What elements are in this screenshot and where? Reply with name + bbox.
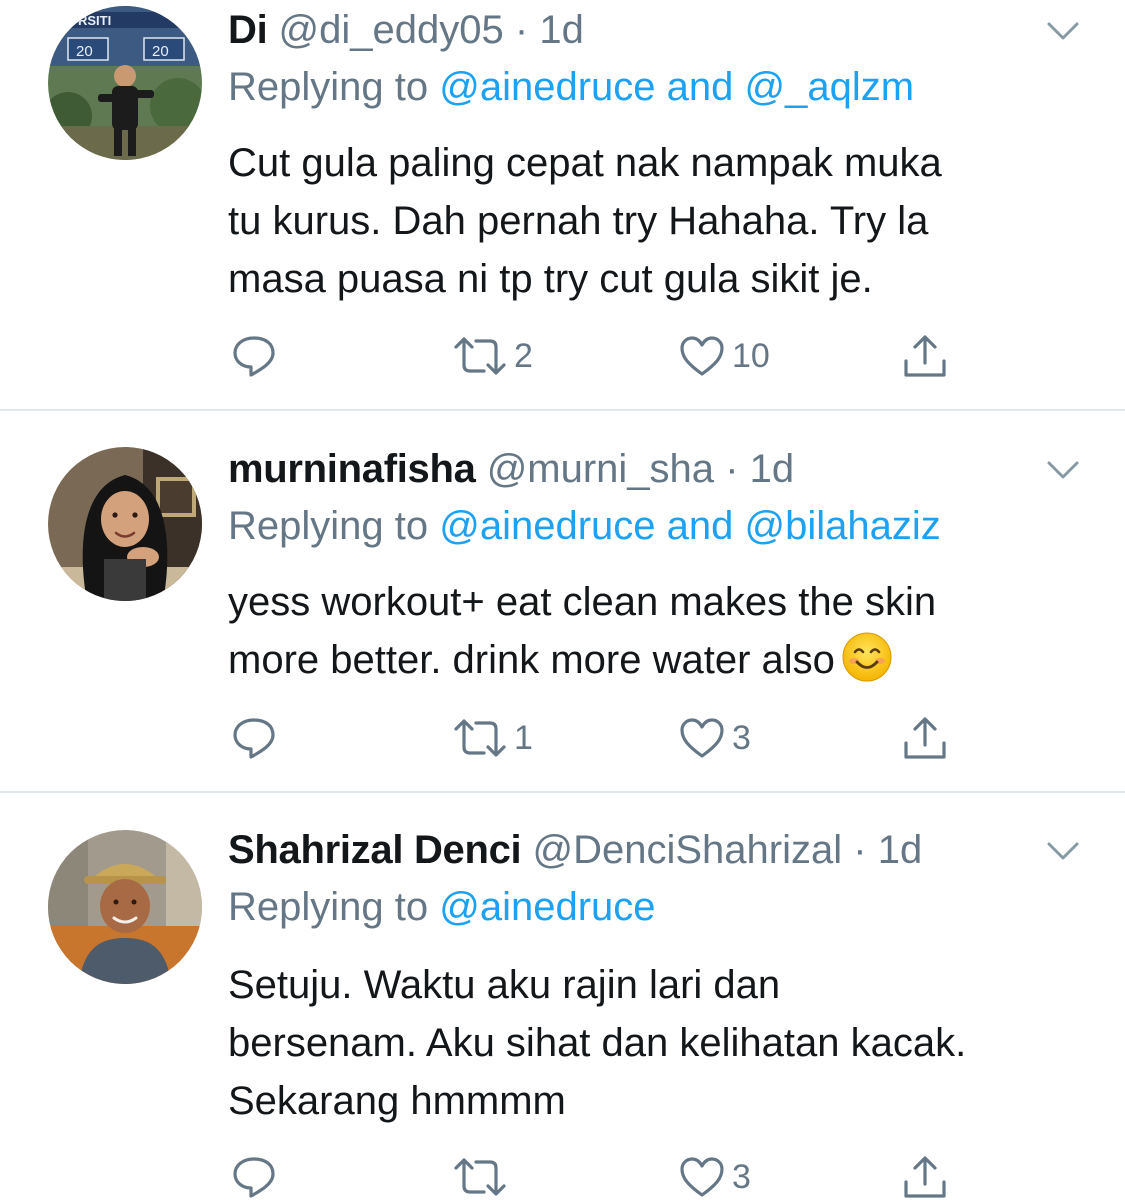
- like-count: 10: [732, 337, 770, 375]
- like-button[interactable]: 3: [678, 1152, 751, 1200]
- retweet-icon: [452, 333, 508, 379]
- user-handle[interactable]: @murni_sha: [487, 447, 714, 491]
- tweet-text: Setuju. Waktu aku rajin lari dan bersena…: [228, 956, 1088, 1130]
- tweet-text-line: tu kurus. Dah pernah try Hahaha. Try la: [228, 199, 929, 243]
- tweet-header: murninafisha @murni_sha · 1d: [228, 439, 794, 499]
- retweet-count: 2: [514, 337, 533, 375]
- reply-icon: [230, 715, 278, 761]
- display-name[interactable]: murninafisha: [228, 447, 476, 491]
- replying-to-label: Replying to: [228, 65, 429, 109]
- tweet-text-line: Setuju. Waktu aku rajin lari dan: [228, 963, 781, 1007]
- reply-button[interactable]: [230, 331, 278, 381]
- display-name[interactable]: Shahrizal Denci: [228, 828, 522, 872]
- like-button[interactable]: 10: [678, 331, 770, 381]
- separator-dot: ·: [853, 828, 867, 872]
- separator-dot: ·: [514, 8, 529, 52]
- replying-to-label: Replying to: [228, 885, 429, 929]
- reply-mentions[interactable]: @ainedruce and @_aqlzm: [439, 65, 914, 109]
- display-name[interactable]: Di: [228, 8, 268, 52]
- separator-dot: ·: [725, 447, 739, 491]
- avatar-year-right-text: 20: [152, 43, 169, 60]
- timestamp[interactable]: 1d: [539, 8, 584, 52]
- tweet-divider: [0, 409, 1125, 411]
- user-handle[interactable]: @DenciShahrizal: [533, 828, 843, 872]
- tweet-actions: 1 3: [0, 713, 1125, 763]
- tweet-text-line: masa puasa ni tp try cut gula sikit je.: [228, 257, 873, 301]
- reply-button[interactable]: [230, 713, 278, 763]
- tweet-1[interactable]: RSITI 20 20 Di @di_eddy05 · 1d Replying …: [0, 0, 1125, 410]
- replying-to: Replying to @ainedruce: [228, 878, 656, 936]
- tweet-text-line: Sekarang hmmmm: [228, 1079, 566, 1123]
- avatar[interactable]: RSITI 20 20: [48, 6, 202, 160]
- share-icon: [902, 1154, 948, 1200]
- retweet-count: 1: [514, 719, 533, 757]
- retweet-button[interactable]: 1: [452, 713, 533, 763]
- timestamp[interactable]: 1d: [750, 447, 795, 491]
- replying-to: Replying to @ainedruce and @bilahaziz: [228, 497, 941, 555]
- heart-icon: [678, 333, 726, 379]
- share-button[interactable]: [902, 713, 948, 763]
- tweet-header: Shahrizal Denci @DenciShahrizal · 1d: [228, 820, 922, 880]
- tweet-actions: 3: [0, 1152, 1125, 1200]
- tweet-text-line: Cut gula paling cepat nak nampak muka: [228, 141, 942, 185]
- reply-mentions[interactable]: @ainedruce: [439, 885, 655, 929]
- tweet-text: Cut gula paling cepat nak nampak muka tu…: [228, 134, 1088, 308]
- reply-mentions[interactable]: @ainedruce and @bilahaziz: [439, 504, 941, 548]
- chevron-down-icon[interactable]: [1046, 20, 1080, 42]
- reply-feed: RSITI 20 20 Di @di_eddy05 · 1d Replying …: [0, 0, 1125, 1200]
- retweet-button[interactable]: [452, 1152, 514, 1200]
- tweet-header: Di @di_eddy05 · 1d: [228, 0, 584, 60]
- tweet-2[interactable]: murninafisha @murni_sha · 1d Replying to…: [0, 439, 1125, 791]
- timestamp[interactable]: 1d: [878, 828, 923, 872]
- tweet-text-line: yess workout+ eat clean makes the skin: [228, 580, 937, 624]
- replying-to-label: Replying to: [228, 504, 429, 548]
- tweet-divider: [0, 791, 1125, 793]
- reply-icon: [230, 333, 278, 379]
- heart-icon: [678, 1154, 726, 1200]
- share-button[interactable]: [902, 331, 948, 381]
- reply-button[interactable]: [230, 1152, 278, 1200]
- retweet-button[interactable]: 2: [452, 331, 533, 381]
- chevron-down-icon[interactable]: [1046, 459, 1080, 481]
- tweet-text: yess workout+ eat clean makes the skin m…: [228, 573, 1088, 689]
- like-count: 3: [732, 719, 751, 757]
- share-icon: [902, 715, 948, 761]
- chevron-down-icon[interactable]: [1046, 840, 1080, 862]
- smiling-face-emoji-icon: [841, 631, 893, 683]
- avatar-year-left-text: 20: [76, 43, 93, 60]
- like-button[interactable]: 3: [678, 713, 751, 763]
- heart-icon: [678, 715, 726, 761]
- retweet-icon: [452, 1154, 508, 1200]
- share-button[interactable]: [902, 1152, 948, 1200]
- replying-to: Replying to @ainedruce and @_aqlzm: [228, 58, 914, 116]
- tweet-text-segment: more better. drink more water also: [228, 638, 835, 682]
- avatar[interactable]: [48, 830, 202, 984]
- retweet-icon: [452, 715, 508, 761]
- tweet-text-line: bersenam. Aku sihat dan kelihatan kacak.: [228, 1021, 967, 1065]
- tweet-text-line: more better. drink more water also: [228, 631, 1088, 689]
- tweet-3[interactable]: Shahrizal Denci @DenciShahrizal · 1d Rep…: [0, 820, 1125, 1200]
- avatar-banner-text: RSITI: [78, 13, 111, 28]
- avatar[interactable]: [48, 447, 202, 601]
- user-handle[interactable]: @di_eddy05: [279, 8, 504, 52]
- share-icon: [902, 333, 948, 379]
- like-count: 3: [732, 1158, 751, 1196]
- tweet-actions: 2 10: [0, 331, 1125, 381]
- reply-icon: [230, 1154, 278, 1200]
